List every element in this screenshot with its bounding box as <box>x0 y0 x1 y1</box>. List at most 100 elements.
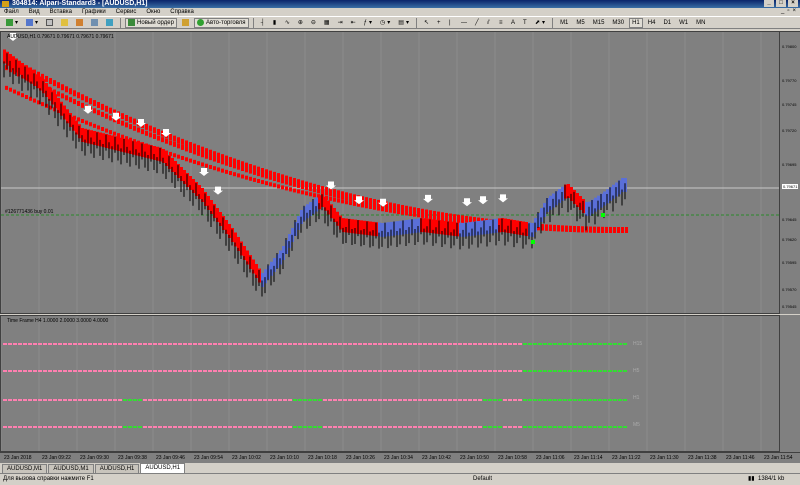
tester-button[interactable] <box>103 18 116 28</box>
buy-signal-marker <box>601 213 605 217</box>
timeframe-d1[interactable]: D1 <box>660 18 674 28</box>
chart-tab[interactable]: AUDUSD,H1 <box>94 464 140 473</box>
indicators-button[interactable]: ƒ ▾ <box>361 18 375 28</box>
arrows-button[interactable]: ⬈ ▾ <box>532 18 548 28</box>
label-button[interactable]: T <box>520 18 530 28</box>
fibonacci-button[interactable]: ≡ <box>496 18 506 28</box>
indicator-dash <box>173 343 177 345</box>
chart-tab[interactable]: AUDUSD,M1 <box>48 464 94 473</box>
auto-trading-button[interactable]: Авто-торговля <box>193 17 249 28</box>
timeframe-m15[interactable]: M15 <box>590 18 608 28</box>
candle-chart-button[interactable]: ▮ <box>270 18 280 28</box>
timeframe-h1[interactable]: H1 <box>629 17 643 28</box>
timeframe-m1[interactable]: M1 <box>557 18 571 28</box>
indicator-dash <box>373 370 377 372</box>
chart-tab[interactable]: AUDUSD,M1 <box>2 464 48 473</box>
periods-button[interactable]: ◷ ▾ <box>377 18 393 28</box>
new-chart-button[interactable]: ▾ <box>3 18 21 28</box>
market-watch-button[interactable] <box>43 18 56 28</box>
profiles-button[interactable]: ▾ <box>23 18 41 28</box>
indicator-dash <box>248 370 252 372</box>
indicator-dash <box>243 370 247 372</box>
mdi-restore-button[interactable]: ▫ <box>787 8 789 14</box>
horizontal-line-button[interactable]: — <box>458 18 470 28</box>
indicator-dash <box>103 426 107 428</box>
terminal-button[interactable] <box>88 18 101 28</box>
menu-view[interactable]: Вид <box>29 9 40 15</box>
mdi-close-button[interactable]: × <box>792 8 796 14</box>
chart-shift-button[interactable]: ⇤ <box>348 18 359 28</box>
indicator-dash <box>268 370 272 372</box>
menu-file[interactable]: Файл <box>4 9 19 15</box>
text-button[interactable]: A <box>508 18 518 28</box>
tile-windows-button[interactable]: ▦ <box>321 18 333 28</box>
timeframe-h4[interactable]: H4 <box>645 18 659 28</box>
mdi-minimize-button[interactable]: _ <box>781 8 784 14</box>
metaeditor-button[interactable] <box>179 18 192 28</box>
ma-band-dot <box>189 158 192 163</box>
indicator-dash <box>128 343 132 345</box>
menu-tools[interactable]: Сервис <box>116 9 137 15</box>
timeframe-m5[interactable]: M5 <box>573 18 587 28</box>
templates-button[interactable]: ▤ ▾ <box>395 18 412 28</box>
timeframe-indicator-chart[interactable]: Time Frame H4 1.0000 2.0000 3.0000 4.000… <box>0 315 780 452</box>
indicator-dash <box>388 426 392 428</box>
indicator-dash <box>183 399 187 401</box>
indicator-dash <box>523 426 527 428</box>
new-order-button[interactable]: Новый ордер <box>125 17 177 28</box>
price-axis[interactable]: 0.79800 0.79770 0.79745 0.79720 0.79695 … <box>780 31 800 314</box>
maximize-button[interactable]: □ <box>776 0 786 7</box>
timeframe-w1[interactable]: W1 <box>676 18 691 28</box>
timeframe-m30[interactable]: M30 <box>609 18 627 28</box>
indicator-dash <box>493 399 497 401</box>
new-order-label: Новый ордер <box>137 19 174 26</box>
indicator-dash <box>113 426 117 428</box>
cursor-button[interactable]: ↖ <box>421 18 432 28</box>
indicator-dash <box>598 399 602 401</box>
indicator-dash <box>18 426 22 428</box>
minimize-button[interactable]: _ <box>764 0 774 7</box>
ma-band-dot <box>77 100 80 106</box>
time-axis[interactable]: 23 Jan 2018 23 Jan 09:22 23 Jan 09:30 23 Ja… <box>0 452 800 463</box>
close-button[interactable]: × <box>788 0 798 7</box>
menu-window[interactable]: Окно <box>146 9 160 15</box>
menu-charts[interactable]: Графики <box>82 9 106 15</box>
trendline-button[interactable]: ╱ <box>472 18 482 28</box>
autoscroll-button[interactable]: ⇥ <box>335 18 346 28</box>
ma-band-dot <box>369 205 372 210</box>
indicator-dash <box>93 426 97 428</box>
indicator-dash <box>113 399 117 401</box>
indicator-dash <box>488 426 492 428</box>
ma-band-dot <box>129 124 132 130</box>
crosshair-button[interactable]: + <box>434 18 444 28</box>
indicator-dash <box>103 399 107 401</box>
indicator-dash <box>183 426 187 428</box>
menu-insert[interactable]: Вставка <box>50 9 72 15</box>
menu-help[interactable]: Справка <box>170 9 194 15</box>
indicator-dash <box>263 343 267 345</box>
ma-band-dot <box>261 180 264 185</box>
vertical-line-button[interactable]: | <box>446 18 456 28</box>
ma-band-dot <box>93 100 96 107</box>
ma-band-dot <box>209 149 212 156</box>
channel-button[interactable]: ⫽ <box>484 18 494 28</box>
ma-band-dot <box>193 143 196 150</box>
ma-band-dot <box>325 190 328 196</box>
ma-band-dot <box>217 167 220 172</box>
zoom-out-button[interactable]: ⊖ <box>308 18 319 28</box>
zoom-in-button[interactable]: ⊕ <box>295 18 306 28</box>
bar-chart-button[interactable]: ┤ <box>258 18 268 28</box>
data-window-button[interactable] <box>58 18 71 28</box>
price-chart[interactable]: AUDUSD,H1 0.79671 0.79671 0.79671 0.7967… <box>0 31 780 314</box>
navigator-button[interactable] <box>73 18 86 28</box>
indicator-level-label: H1 <box>633 395 640 401</box>
chart-tab-active[interactable]: AUDUSD,H1 <box>140 463 186 473</box>
ma-band-dot <box>301 184 304 190</box>
indicator-dash <box>153 343 157 345</box>
indicator-dash <box>443 370 447 372</box>
line-chart-button[interactable]: ∿ <box>282 18 293 28</box>
indicator-dash <box>253 370 257 372</box>
indicator-dash <box>118 343 122 345</box>
timeframe-mn[interactable]: MN <box>693 18 708 28</box>
indicator-dash <box>283 399 287 401</box>
